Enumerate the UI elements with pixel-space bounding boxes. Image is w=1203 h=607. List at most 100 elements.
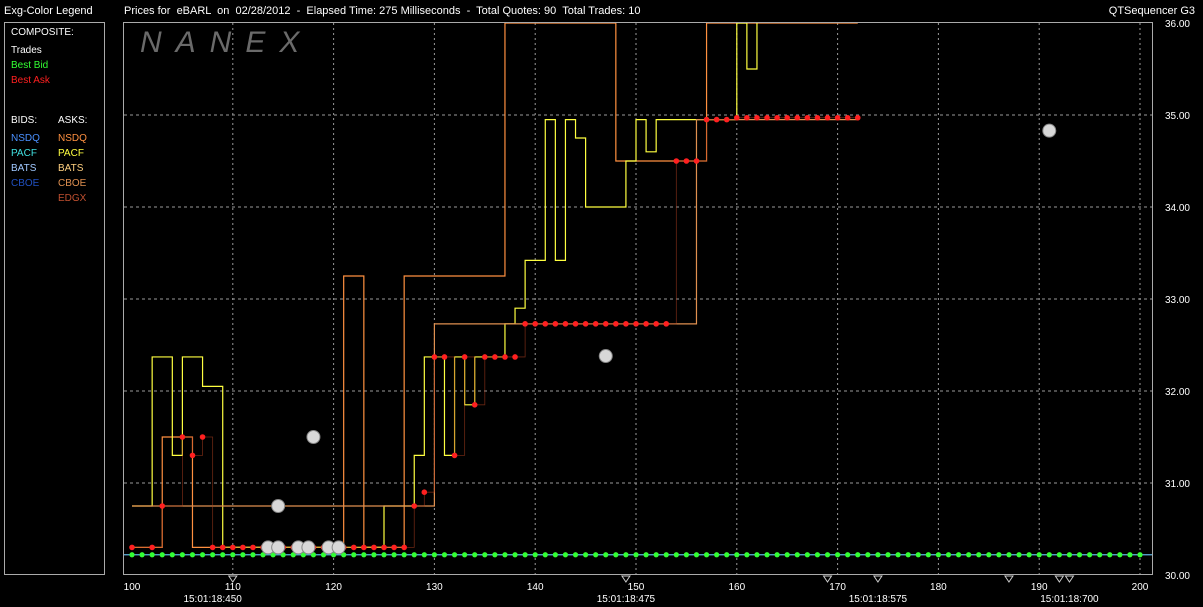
- best-bid-point: [1036, 552, 1042, 558]
- best-ask-point: [693, 158, 700, 164]
- best-bid-point: [552, 552, 558, 558]
- best-ask-point: [844, 114, 851, 121]
- best-bid-point: [179, 552, 185, 558]
- best-bid-point: [633, 552, 639, 558]
- best-bid-point: [441, 552, 448, 558]
- best-bid-point: [673, 552, 679, 558]
- best-bid-point: [129, 552, 135, 558]
- best-ask-point: [240, 544, 246, 551]
- best-bid-point: [683, 552, 690, 558]
- best-ask-point: [502, 354, 508, 360]
- best-bid-point: [1066, 552, 1073, 558]
- best-ask-point: [401, 544, 407, 551]
- best-ask-point: [522, 321, 528, 327]
- best-ask-point: [623, 321, 629, 327]
- trade-point: [598, 349, 613, 364]
- best-bid-point: [361, 552, 367, 558]
- y-tick-label: 35.00: [1165, 111, 1190, 122]
- best-bid-point: [764, 552, 770, 558]
- best-bid-point: [693, 552, 700, 558]
- best-ask-point: [794, 114, 801, 121]
- best-bid-point: [159, 552, 165, 558]
- best-bid-point: [774, 552, 780, 558]
- best-ask-point: [129, 544, 135, 551]
- best-ask-point: [552, 321, 559, 327]
- best-bid-point: [613, 552, 619, 558]
- trade-point: [1042, 123, 1057, 138]
- best-bid-point: [855, 552, 861, 558]
- best-bid-point: [532, 552, 538, 558]
- best-ask-point: [361, 544, 367, 551]
- best-bid-point: [351, 552, 357, 558]
- trade-point: [331, 540, 346, 555]
- y-tick-label: 32.00: [1165, 387, 1190, 398]
- best-bid-point: [724, 552, 730, 558]
- y-tick-label: 33.00: [1165, 295, 1190, 306]
- best-bid-point: [542, 552, 548, 558]
- best-ask-point: [482, 354, 488, 360]
- y-tick-label: 31.00: [1165, 479, 1190, 490]
- best-bid-point: [744, 552, 750, 558]
- best-ask-point: [532, 321, 538, 327]
- time-marker: [1004, 575, 1014, 583]
- y-tick-label: 30.00: [1165, 571, 1190, 582]
- best-ask-point: [824, 114, 831, 121]
- best-bid-point: [915, 552, 921, 558]
- best-bid-point: [421, 552, 427, 558]
- best-ask-point: [653, 321, 659, 327]
- best-ask-point: [350, 544, 357, 551]
- best-bid-point: [593, 552, 599, 558]
- best-ask-point: [562, 321, 569, 327]
- best-bid-point: [1046, 552, 1052, 558]
- best-ask-point: [683, 158, 690, 164]
- best-ask-point: [854, 114, 861, 121]
- best-bid-point: [925, 552, 931, 558]
- best-bid-point: [885, 552, 891, 558]
- best-ask-point: [230, 544, 236, 551]
- best-bid-point: [381, 552, 387, 558]
- best-bid-point: [371, 552, 377, 558]
- time-label: 15:01:18:700: [1040, 594, 1099, 605]
- best-ask-point: [199, 434, 206, 440]
- best-bid-point: [865, 552, 871, 558]
- best-bid-point: [1127, 552, 1133, 558]
- best-ask-point: [774, 114, 780, 121]
- trade-point: [271, 540, 286, 555]
- best-bid-point: [1056, 552, 1062, 558]
- best-ask-point: [391, 544, 397, 551]
- best-bid-point: [935, 552, 942, 558]
- x-tick-label: 200: [1132, 582, 1149, 593]
- best-ask-point: [461, 354, 468, 360]
- best-bid-point: [1076, 552, 1083, 558]
- best-bid-point: [623, 552, 629, 558]
- best-ask-point: [804, 114, 811, 121]
- best-bid-point: [462, 552, 468, 558]
- best-bid-point: [714, 552, 720, 558]
- plot-area: [124, 23, 1152, 558]
- best-ask-point: [663, 321, 670, 327]
- best-bid-point: [240, 552, 246, 558]
- best-bid-point: [139, 552, 145, 558]
- trade-point: [271, 499, 286, 513]
- time-label: 15:01:18:450: [183, 594, 242, 605]
- best-bid-point: [391, 552, 397, 558]
- best-ask-point: [673, 158, 680, 164]
- best-bid-point: [1117, 552, 1123, 558]
- best-bid-point: [603, 552, 609, 558]
- best-ask-point: [613, 321, 619, 327]
- best-bid-point: [1087, 552, 1093, 558]
- time-marker: [872, 575, 883, 583]
- best-ask-point: [159, 503, 166, 509]
- best-bid-point: [754, 552, 760, 558]
- x-tick-label: 140: [527, 582, 544, 593]
- best-bid-point: [703, 552, 710, 558]
- best-bid-point: [824, 552, 831, 558]
- best-bid-point: [502, 552, 508, 558]
- best-ask-point: [431, 354, 438, 360]
- best-bid-point: [431, 552, 437, 558]
- best-ask-point: [149, 544, 155, 551]
- best-bid-point: [986, 552, 992, 558]
- x-tick-label: 190: [1031, 582, 1048, 593]
- best-bid-point: [814, 552, 821, 558]
- best-ask-point: [209, 544, 216, 551]
